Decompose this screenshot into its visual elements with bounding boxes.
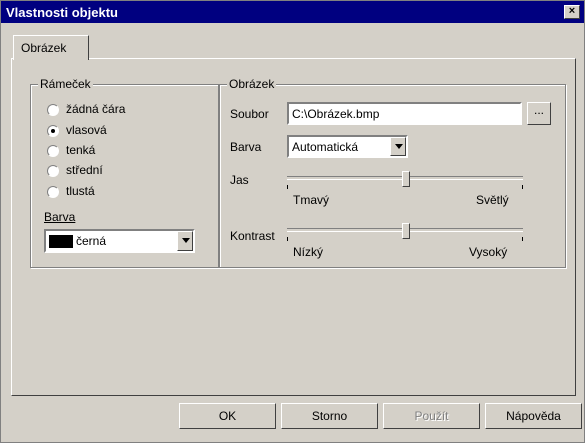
window-title: Vlastnosti objektu (6, 5, 118, 20)
radio-label: tlustá (66, 184, 95, 198)
frame-color-label: Barva (44, 210, 76, 224)
frame-color-value: černá (76, 234, 107, 248)
image-color-select[interactable]: Automatická (287, 135, 408, 158)
slider-thumb[interactable] (402, 171, 410, 187)
tab-label: Obrázek (21, 41, 67, 55)
ok-button[interactable]: OK (179, 403, 276, 429)
contrast-label: Kontrast (230, 229, 275, 243)
cancel-button-label: Storno (311, 409, 348, 423)
radio-circle (47, 186, 59, 198)
apply-button[interactable]: Použít (383, 403, 480, 429)
apply-button-label: Použít (414, 409, 449, 423)
frame-group-label: Rámeček (38, 77, 93, 91)
brightness-min-label: Tmavý (293, 193, 329, 207)
radio-selected-dot (51, 129, 55, 133)
brightness-max-label: Světlý (476, 193, 509, 207)
browse-button[interactable]: ... (527, 102, 551, 125)
dialog-window: Vlastnosti objektu × Obrázek Rámeček žád… (0, 0, 585, 443)
slider-tick (287, 185, 288, 189)
brightness-label: Jas (230, 173, 249, 187)
slider-thumb[interactable] (402, 223, 410, 239)
radio-label: tenká (66, 143, 96, 157)
title-bar[interactable]: Vlastnosti objektu × (1, 1, 584, 23)
color-swatch (49, 235, 73, 248)
brightness-slider[interactable] (287, 171, 523, 189)
radio-label: vlasová (66, 123, 107, 137)
radio-circle (47, 104, 59, 116)
file-value: C:\Obrázek.bmp (292, 107, 380, 121)
ellipsis-icon: ... (533, 103, 544, 117)
contrast-slider[interactable] (287, 223, 523, 241)
slider-tick (287, 237, 288, 241)
image-group-label: Obrázek (227, 77, 277, 91)
radio-label: střední (66, 163, 103, 177)
ok-button-label: OK (218, 409, 237, 423)
cancel-button[interactable]: Storno (281, 403, 378, 429)
chevron-down-icon[interactable] (177, 231, 193, 251)
contrast-min-label: Nízký (293, 245, 323, 259)
file-label: Soubor (230, 107, 269, 121)
slider-tick (522, 185, 523, 189)
contrast-max-label: Vysoký (469, 245, 508, 259)
chevron-down-icon[interactable] (390, 137, 406, 156)
help-button-label: Nápověda (506, 409, 561, 423)
close-icon: × (568, 5, 576, 17)
slider-tick (522, 237, 523, 241)
radio-label: žádná čára (66, 102, 126, 116)
radio-circle (47, 145, 59, 157)
frame-color-select[interactable]: černá (44, 229, 195, 253)
radio-circle (47, 165, 59, 177)
help-button[interactable]: Nápověda (485, 403, 582, 429)
image-color-label: Barva (230, 140, 262, 154)
image-color-value: Automatická (292, 140, 359, 154)
file-input[interactable]: C:\Obrázek.bmp (287, 102, 522, 125)
tab-obrazek[interactable]: Obrázek (13, 35, 89, 60)
close-button[interactable]: × (564, 5, 580, 19)
radio-circle (47, 125, 59, 137)
